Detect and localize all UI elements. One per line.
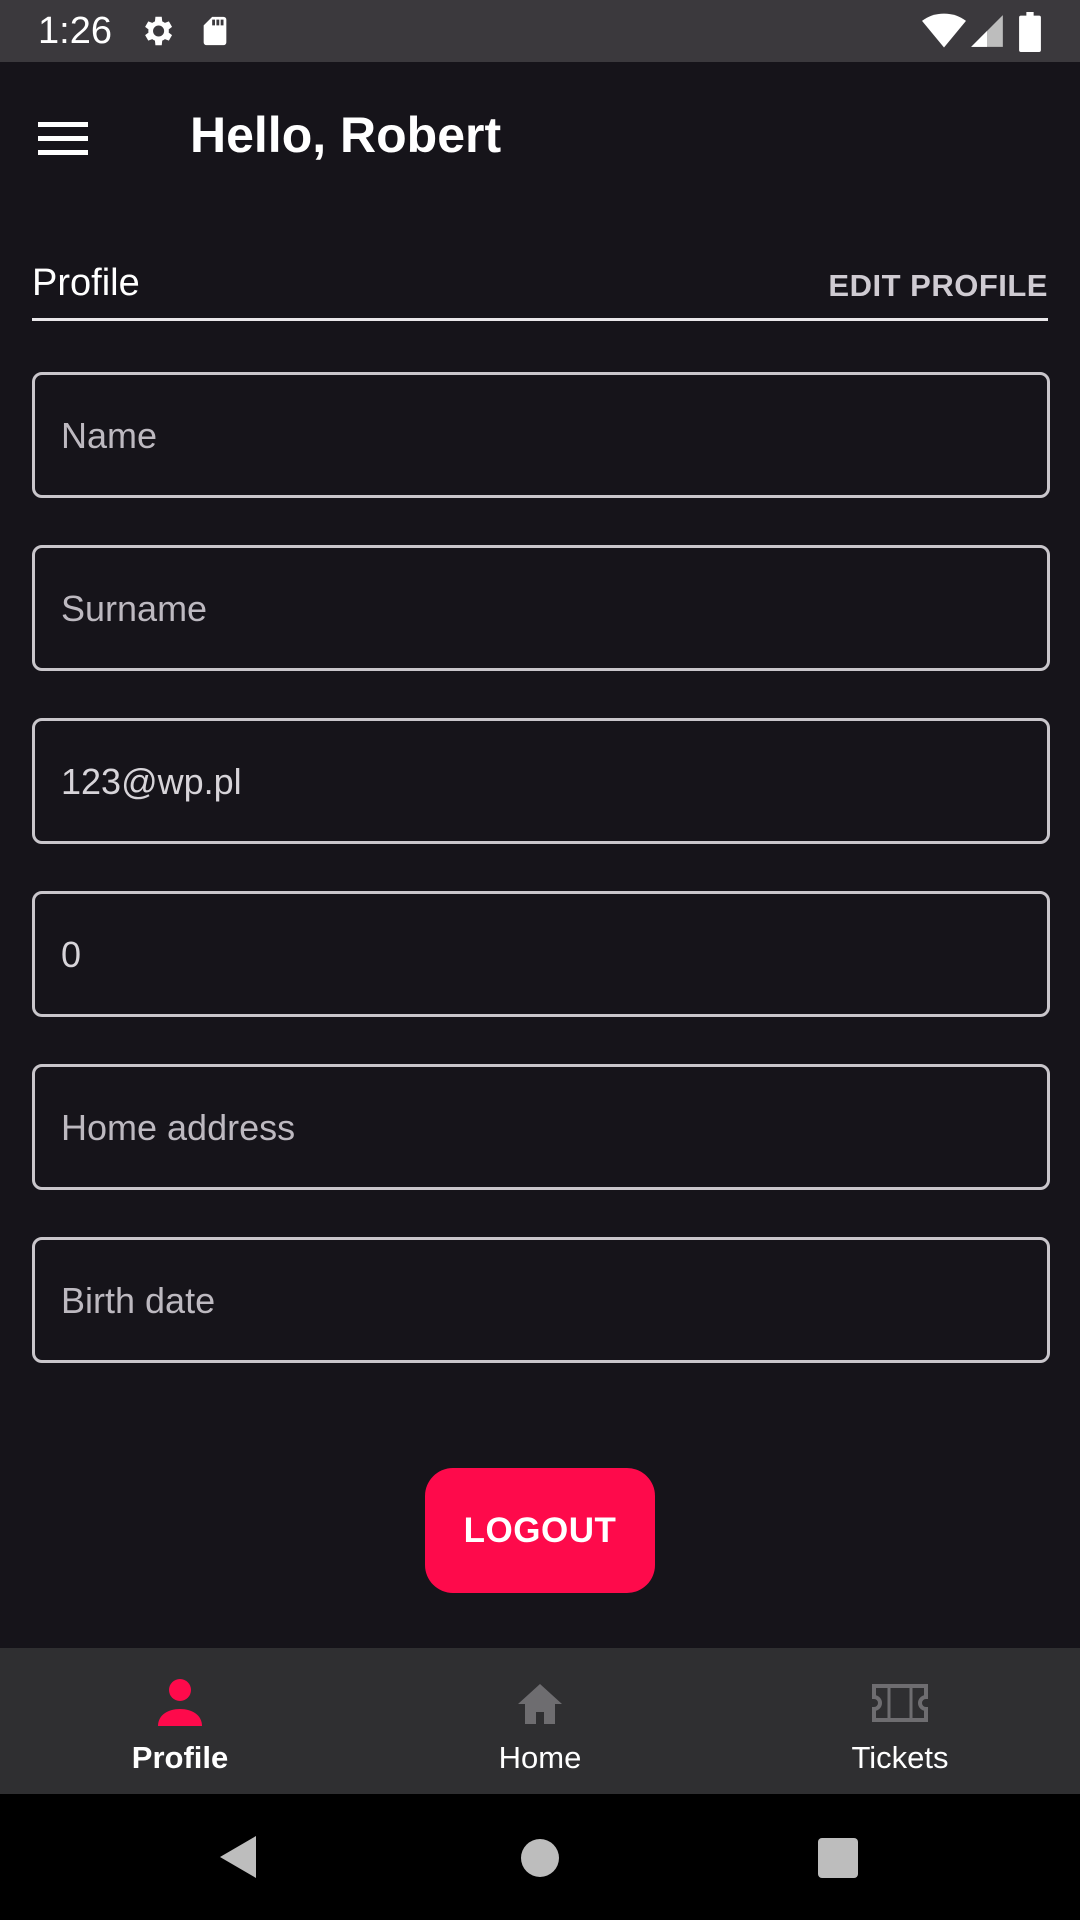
surname-input[interactable] [59,548,1023,670]
signal-icon [971,15,1003,47]
menu-button[interactable] [34,110,112,166]
nav-label-home: Home [498,1740,582,1775]
phone-input[interactable] [59,894,1023,1016]
nav-item-tickets[interactable]: Tickets [720,1648,1080,1794]
system-navigation-bar [0,1794,1080,1920]
wifi-icon [922,13,966,48]
hamburger-menu-icon [38,122,88,155]
app-bar: Hello, Robert [0,62,1080,212]
edit-profile-button[interactable]: EDIT PROFILE [828,268,1048,304]
home-circle-icon[interactable] [520,1838,560,1878]
ticket-icon [872,1684,928,1722]
home-address-field [32,1064,1050,1190]
settings-icon [145,16,173,46]
status-time: 1:26 [38,10,112,52]
back-icon[interactable] [216,1832,260,1882]
name-input[interactable] [59,375,1023,497]
section-title: Profile [32,262,140,304]
status-bar: 1:26 [0,0,1080,62]
recents-icon[interactable] [818,1838,858,1878]
nav-label-tickets: Tickets [851,1740,949,1775]
surname-field [32,545,1050,671]
home-icon [518,1684,562,1724]
logout-button[interactable]: LOGOUT [425,1468,655,1593]
nav-item-profile[interactable]: Profile [0,1648,360,1794]
email-field [32,718,1050,844]
name-field [32,372,1050,498]
person-icon [158,1679,202,1726]
home-address-input[interactable] [59,1067,1023,1189]
phone-field [32,891,1050,1017]
battery-icon [1019,12,1041,52]
profile-section-header: Profile EDIT PROFILE [32,258,1048,321]
nav-item-home[interactable]: Home [360,1648,720,1794]
nav-label-profile: Profile [131,1740,229,1775]
page-title: Hello, Robert [190,107,502,163]
sd-card-icon [203,16,227,46]
birth-date-field [32,1237,1050,1363]
birth-date-input[interactable] [59,1240,1023,1362]
bottom-navigation: Profile Home Tickets [0,1648,1080,1794]
email-input[interactable] [59,721,1023,843]
